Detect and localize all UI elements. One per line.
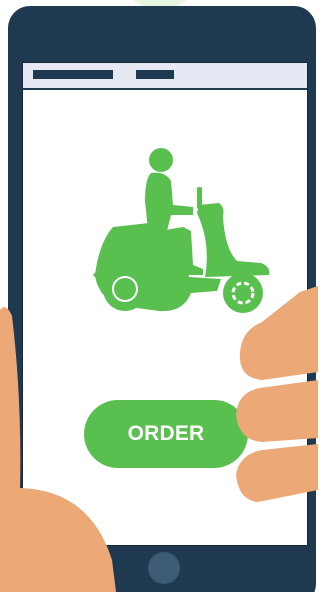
status-indicator-left (33, 70, 113, 79)
order-button[interactable]: ORDER (84, 400, 248, 468)
scooter-rider-icon (93, 148, 270, 313)
illustration: ORDER (0, 0, 318, 592)
phone-screen: ORDER (22, 62, 308, 546)
home-button[interactable] (148, 552, 180, 584)
status-bar (23, 63, 307, 90)
status-indicator-right (136, 70, 174, 79)
